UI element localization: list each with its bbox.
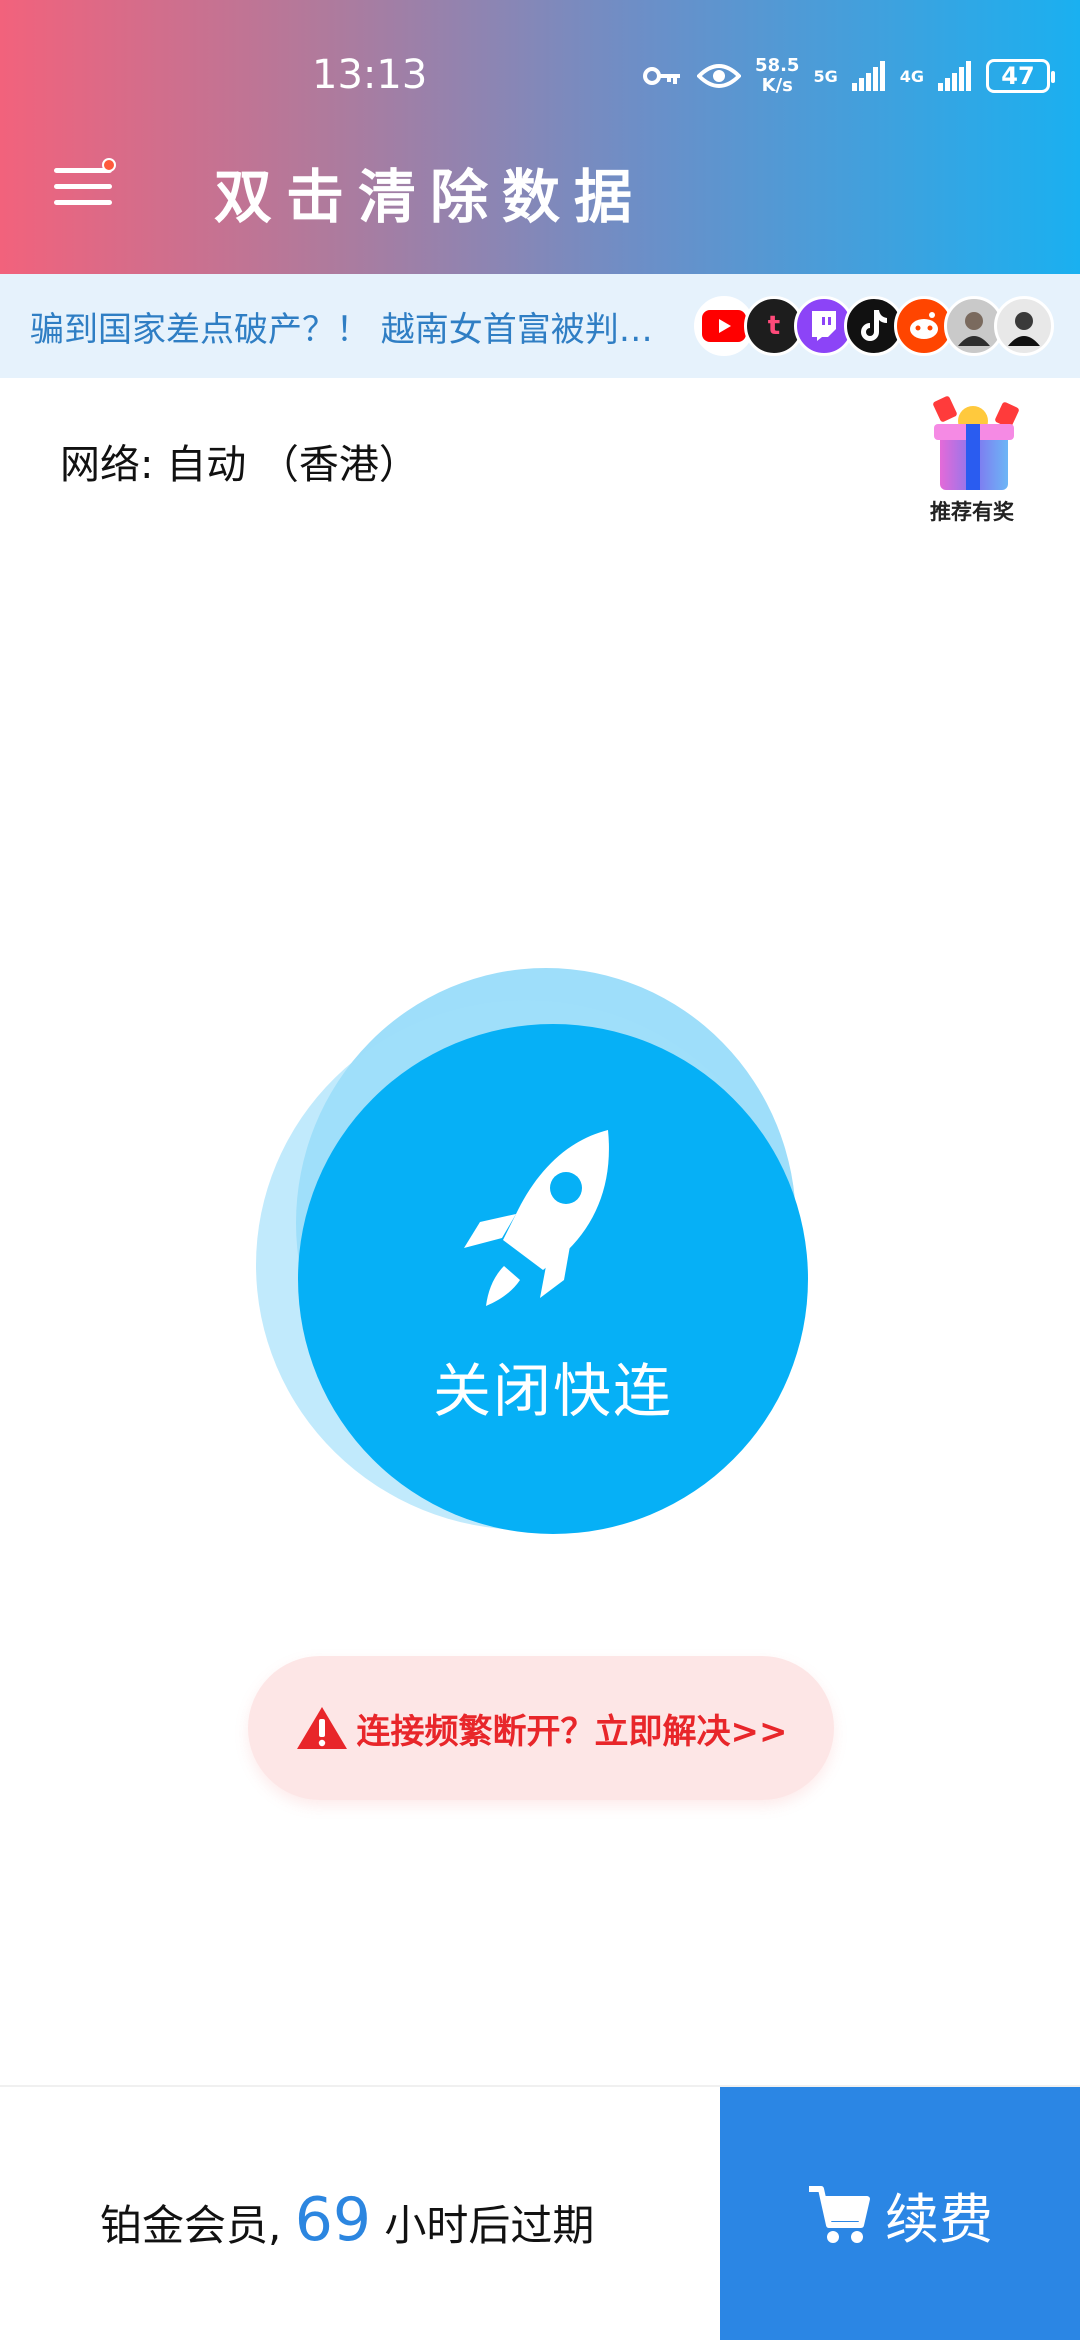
shopping-cart-icon bbox=[809, 2185, 870, 2243]
referral-reward-button[interactable]: 推荐有奖 bbox=[922, 395, 1022, 526]
net-speed: 58.5 K/s bbox=[755, 56, 799, 96]
renew-label: 续费 bbox=[885, 2188, 993, 2251]
rocket-icon bbox=[464, 1130, 609, 1306]
status-icons: 58.5 K/s 5G 4G 47 bbox=[643, 56, 1055, 96]
notification-dot bbox=[102, 158, 116, 172]
membership-prefix: 铂金会员, bbox=[100, 2201, 295, 2250]
person-avatar-icon bbox=[994, 296, 1054, 356]
membership-status: 铂金会员, 69 小时后过期 bbox=[100, 2185, 594, 2255]
warning-triangle-icon bbox=[296, 1707, 347, 1749]
signal-5g-label: 5G bbox=[813, 66, 838, 86]
signal-4g-label: 4G bbox=[899, 66, 924, 86]
red-envelope-icon bbox=[932, 395, 958, 423]
app-header: 13:13 58.5 K/s 5G 4G 47 双击清除数据 bbox=[0, 0, 1080, 274]
network-selector[interactable]: 网络: 自动 （香港） bbox=[60, 432, 419, 490]
connection-issue-banner[interactable]: 连接频繁断开？立即解决>> bbox=[248, 1656, 834, 1800]
quick-connect-label: 关闭快连 bbox=[432, 1357, 673, 1425]
connection-issue-text: 连接频繁断开？立即解决>> bbox=[356, 1711, 788, 1752]
membership-suffix: 小时后过期 bbox=[371, 2201, 595, 2250]
page-title[interactable]: 双击清除数据 bbox=[214, 150, 646, 234]
quick-connect-button[interactable]: 关闭快连 bbox=[298, 1024, 808, 1534]
bottom-bar: 铂金会员, 69 小时后过期 续费 bbox=[0, 2085, 1080, 2340]
news-ticker[interactable]: 骗到国家差点破产？！ 越南女首富被判… t bbox=[0, 274, 1080, 378]
status-time: 13:13 bbox=[312, 52, 428, 98]
hamburger-menu-icon[interactable] bbox=[54, 158, 116, 210]
renew-button[interactable]: 续费 bbox=[720, 2087, 1080, 2340]
referral-label: 推荐有奖 bbox=[930, 500, 1014, 524]
remaining-hours: 69 bbox=[294, 2185, 372, 2255]
signal-bars-icon bbox=[938, 61, 971, 91]
signal-bars-icon bbox=[851, 61, 885, 91]
battery-icon: 47 bbox=[986, 59, 1055, 93]
net-speed-value: 58.5 bbox=[755, 55, 800, 76]
eye-icon bbox=[697, 64, 742, 88]
battery-level: 47 bbox=[1001, 62, 1035, 90]
vpn-key-icon bbox=[643, 67, 681, 85]
net-speed-unit: K/s bbox=[761, 75, 793, 96]
gift-ribbon bbox=[966, 424, 980, 490]
ticker-headline[interactable]: 骗到国家差点破产？！ 越南女首富被判… bbox=[30, 302, 680, 351]
